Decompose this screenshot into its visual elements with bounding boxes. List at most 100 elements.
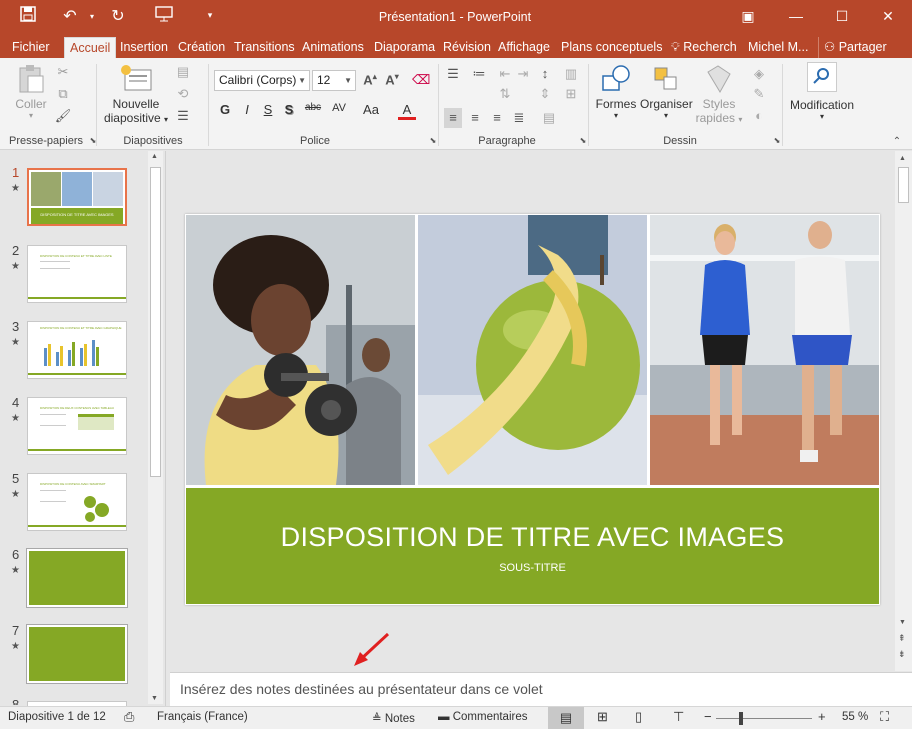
scroll-down-icon[interactable]: ▼ bbox=[899, 619, 906, 626]
thumbnail-slide-5[interactable]: DISPOSITION DE CONTENU AVEC SMARTART bbox=[27, 473, 127, 531]
bullets-icon[interactable]: ☰ bbox=[444, 66, 462, 82]
decrease-font-icon[interactable]: A▾ bbox=[383, 72, 401, 87]
align-center-icon[interactable]: ≡ bbox=[466, 108, 484, 128]
zoom-in-icon[interactable]: + bbox=[818, 709, 826, 724]
copy-icon[interactable]: ⧉ bbox=[54, 86, 72, 102]
zoom-slider-thumb[interactable] bbox=[739, 712, 743, 725]
comments-toggle[interactable]: ▬ Commentaires bbox=[438, 711, 527, 723]
collapse-ribbon-icon[interactable]: ⌃ bbox=[888, 136, 906, 147]
slideshow-icon[interactable]: ⊤ bbox=[673, 709, 684, 725]
shapes-button[interactable]: Formes ▾ bbox=[594, 64, 638, 120]
shape-effects-icon[interactable]: ◐ bbox=[750, 108, 768, 123]
notes-pane[interactable]: Insérez des notes destinées au présentat… bbox=[170, 672, 912, 706]
shape-outline-icon[interactable]: ✎ bbox=[750, 86, 768, 102]
tab-animations[interactable]: Animations bbox=[297, 37, 369, 58]
scroll-up-icon[interactable]: ▲ bbox=[151, 153, 158, 160]
align-left-icon[interactable]: ≡ bbox=[444, 108, 462, 128]
thumbnail-slide-3[interactable]: DISPOSITION DE CONTENU ET TITRE AVEC GRA… bbox=[27, 321, 127, 379]
thumbnail-slide-4[interactable]: DISPOSITION DE DEUX CONTENUS AVEC TABLEA… bbox=[27, 397, 127, 455]
align-right-icon[interactable]: ≡ bbox=[488, 108, 506, 128]
paragraph-launcher-icon[interactable]: ⬊ bbox=[574, 136, 592, 145]
smartart-icon[interactable]: ⊞ bbox=[562, 86, 580, 102]
minimize-icon[interactable]: — bbox=[773, 0, 819, 32]
drawing-launcher-icon[interactable]: ⬊ bbox=[768, 136, 786, 145]
language-indicator[interactable]: Français (France) bbox=[157, 711, 248, 723]
slide-sorter-icon[interactable]: ⊞ bbox=[597, 709, 608, 725]
bold-button[interactable]: G bbox=[216, 102, 234, 117]
notes-placeholder[interactable]: Insérez des notes destinées au présentat… bbox=[180, 681, 543, 697]
tab-insertion[interactable]: Insertion bbox=[115, 37, 173, 58]
customize-qat-icon[interactable]: ▾ bbox=[198, 10, 222, 21]
scroll-up-icon[interactable]: ▲ bbox=[899, 155, 906, 162]
reading-view-icon[interactable]: ▯ bbox=[635, 709, 642, 725]
tell-me-search[interactable]: 💡︎ Recherch bbox=[666, 37, 742, 58]
redo-icon[interactable]: ↻ bbox=[106, 6, 130, 26]
increase-indent-icon[interactable]: ⇥ bbox=[514, 66, 532, 82]
tab-creation[interactable]: Création bbox=[173, 37, 230, 58]
zoom-out-icon[interactable]: − bbox=[704, 709, 712, 724]
increase-font-icon[interactable]: A▴ bbox=[361, 72, 379, 87]
shadow-button[interactable]: S bbox=[280, 102, 298, 117]
text-direction-icon[interactable]: ⇅ bbox=[496, 86, 514, 102]
character-spacing-button[interactable]: AV bbox=[328, 102, 350, 114]
undo-icon[interactable]: ↶ bbox=[58, 6, 82, 26]
tab-diaporama[interactable]: Diaporama bbox=[369, 37, 440, 58]
paste-button[interactable]: Coller ▾ bbox=[14, 64, 48, 120]
tab-fichier[interactable]: Fichier bbox=[7, 37, 55, 58]
quick-styles-button[interactable]: Styles rapides ▾ bbox=[694, 64, 744, 125]
close-icon[interactable]: ✕ bbox=[865, 0, 911, 32]
slide-subtitle[interactable]: SOUS-TITRE bbox=[186, 562, 879, 574]
distribute-icon[interactable]: ▤ bbox=[540, 108, 558, 128]
font-name-combo[interactable]: Calibri (Corps) ▼ bbox=[214, 70, 310, 91]
font-color-button[interactable]: A bbox=[398, 102, 416, 120]
strikethrough-button[interactable]: abc bbox=[302, 102, 324, 113]
reset-icon[interactable]: ⟲ bbox=[174, 86, 192, 102]
undo-dropdown-icon[interactable]: ▾ bbox=[80, 12, 104, 21]
thumbnail-slide-7[interactable] bbox=[26, 624, 128, 684]
notes-toggle[interactable]: ≜ Notes bbox=[372, 711, 415, 725]
format-painter-icon[interactable]: 🖌︎ bbox=[54, 108, 72, 124]
tab-transitions[interactable]: Transitions bbox=[229, 37, 300, 58]
scroll-down-icon[interactable]: ▼ bbox=[151, 695, 158, 702]
normal-view-icon[interactable]: ▤ bbox=[548, 707, 584, 729]
shape-fill-icon[interactable]: ◈ bbox=[750, 66, 768, 82]
previous-slide-icon[interactable]: ⇞ bbox=[898, 633, 906, 644]
slide-scrollbar[interactable]: ▲ ▼ ⇞ ⇟ bbox=[895, 151, 912, 671]
save-icon[interactable] bbox=[16, 6, 40, 27]
thumbnail-slide-2[interactable]: DISPOSITION DE CONTENU ET TITRE AVEC LIS… bbox=[27, 245, 127, 303]
justify-icon[interactable]: ≣ bbox=[510, 108, 528, 128]
tab-accueil[interactable]: Accueil bbox=[64, 37, 117, 58]
next-slide-icon[interactable]: ⇟ bbox=[898, 649, 906, 660]
font-size-combo[interactable]: 12 ▼ bbox=[312, 70, 356, 91]
tab-affichage[interactable]: Affichage bbox=[493, 37, 555, 58]
arrange-button[interactable]: Organiser ▾ bbox=[640, 64, 693, 120]
slide-title[interactable]: DISPOSITION DE TITRE AVEC IMAGES bbox=[186, 522, 879, 553]
cut-icon[interactable]: ✂ bbox=[54, 64, 72, 80]
present-icon[interactable] bbox=[152, 6, 176, 27]
scrollbar-thumb[interactable] bbox=[150, 167, 161, 477]
current-slide[interactable]: DISPOSITION DE TITRE AVEC IMAGES SOUS-TI… bbox=[185, 214, 880, 605]
scrollbar-thumb[interactable] bbox=[898, 167, 909, 203]
tab-revision[interactable]: Révision bbox=[438, 37, 496, 58]
ribbon-display-icon[interactable]: ▣ bbox=[725, 0, 771, 32]
thumbnail-scrollbar[interactable]: ▲ ▼ bbox=[148, 151, 163, 704]
numbering-icon[interactable]: ≔ bbox=[470, 66, 488, 82]
new-slide-button[interactable]: Nouvelle diapositive ▾ bbox=[102, 64, 170, 125]
line-spacing-icon[interactable]: ↕ bbox=[536, 66, 554, 81]
columns-icon[interactable]: ▥ bbox=[562, 66, 580, 82]
maximize-icon[interactable]: ☐ bbox=[819, 0, 865, 32]
zoom-level[interactable]: 55 % bbox=[842, 711, 868, 723]
underline-button[interactable]: S bbox=[259, 102, 277, 117]
clear-formatting-icon[interactable]: ⌫ bbox=[412, 72, 430, 88]
align-text-icon[interactable]: ⇕ bbox=[536, 86, 554, 102]
layout-icon[interactable]: ▤ bbox=[174, 64, 192, 80]
tab-plans-conceptuels[interactable]: Plans conceptuels bbox=[556, 37, 667, 58]
italic-button[interactable]: I bbox=[238, 102, 256, 117]
section-icon[interactable]: ☰ bbox=[174, 108, 192, 124]
editing-button[interactable]: Modification ▾ bbox=[786, 62, 858, 121]
decrease-indent-icon[interactable]: ⇤ bbox=[496, 66, 514, 82]
fit-to-window-icon[interactable]: ⛶ bbox=[880, 709, 889, 725]
user-account[interactable]: Michel M... bbox=[743, 37, 813, 58]
thumbnail-slide-1[interactable]: DISPOSITION DE TITRE AVEC IMAGES bbox=[27, 168, 127, 226]
change-case-button[interactable]: Aa bbox=[360, 102, 382, 117]
